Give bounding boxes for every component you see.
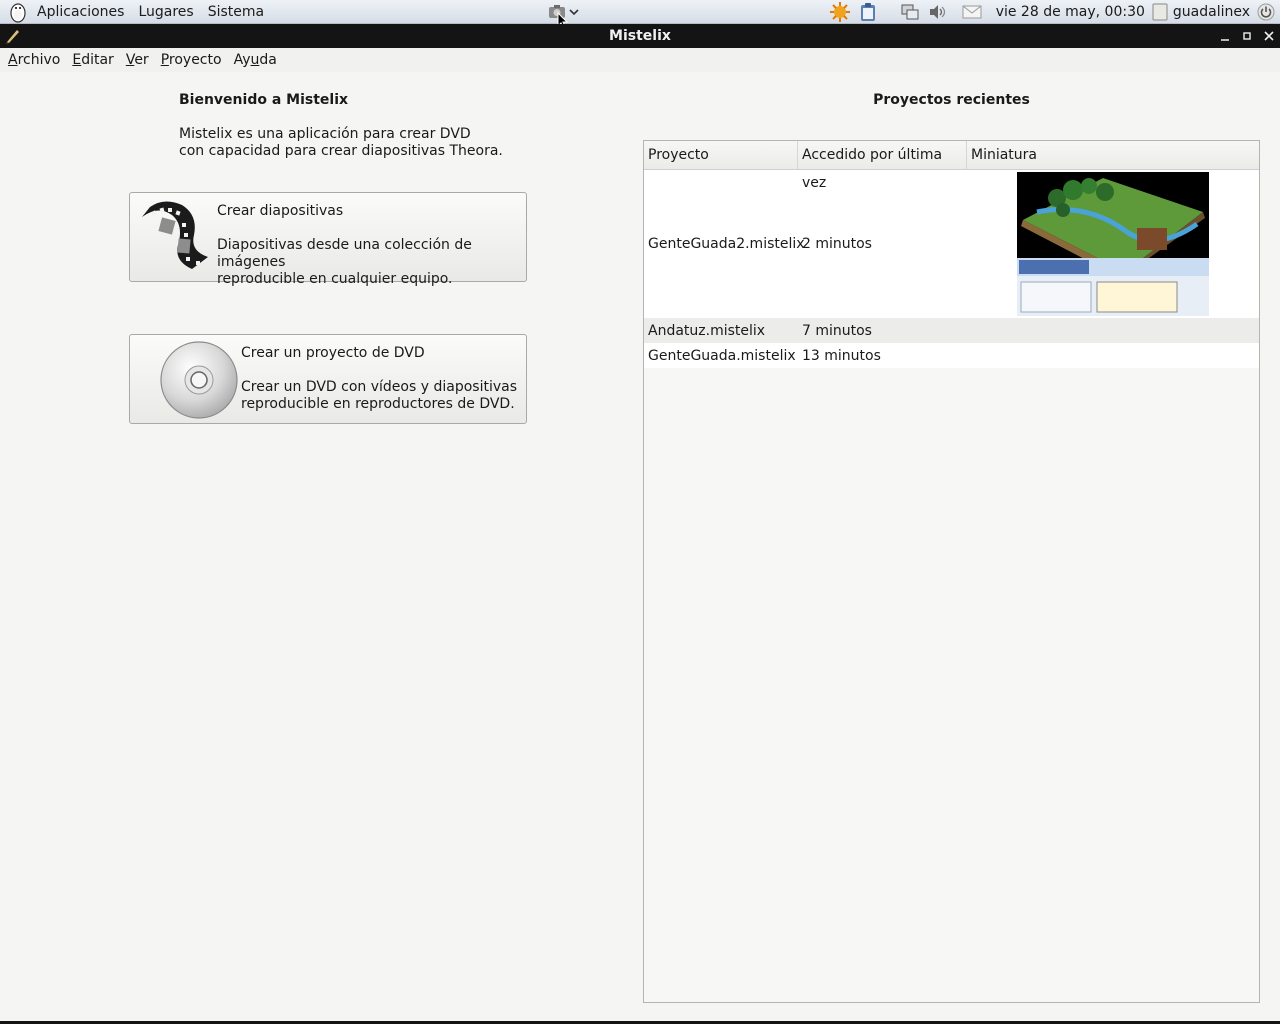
panel-user[interactable]: guadalinex [1169,0,1256,24]
clipboard-icon[interactable] [858,2,878,22]
create-dvd-desc-line1: Crear un DVD con vídeos y diapositivas [241,379,517,395]
thumbnail-cell [967,172,1259,316]
recent-projects-table[interactable]: Proyecto Accedido por última vez Miniatu… [643,140,1260,1003]
menu-proyecto[interactable]: Proyecto [155,48,228,72]
create-slides-desc-line2: reproducible en cualquier equipo. [217,271,453,287]
menu-archivo-mnemonic: A [8,52,18,68]
dvd-disc-icon [158,339,240,425]
column-header-miniatura[interactable]: Miniatura [967,141,1259,169]
window-titlebar[interactable]: Mistelix [0,24,1280,48]
maximize-icon[interactable] [1240,29,1254,43]
menu-editar-mnemonic: E [72,52,82,68]
create-slides-title: Crear diapositivas [217,203,344,219]
create-slides-desc-line1: Diapositivas desde una colección de imág… [217,237,472,270]
project-name: Andatuz.mistelix [648,322,766,339]
table-row[interactable]: GenteGuada.mistelix 13 minutos [644,343,1259,368]
close-icon[interactable] [1262,29,1276,43]
menubar: Archivo Editar Ver Proyecto Ayuda [0,48,1280,72]
menu-archivo-label: rchivo [17,52,61,68]
power-icon[interactable] [1256,2,1276,22]
table-row[interactable]: GenteGuada2.mistelix 2 minutos [644,170,1259,318]
create-dvd-description: Crear un DVD con vídeos y diapositivas r… [241,379,517,413]
top-panel: Aplicaciones Lugares Sistema vie 28 de m… [0,0,1280,30]
mail-icon[interactable] [962,2,982,22]
column-header-proyecto[interactable]: Proyecto [644,141,798,169]
menu-ver[interactable]: Ver [120,48,155,72]
menu-ayuda-label: da [259,52,277,68]
recent-projects-title: Proyectos recientes [873,92,1030,108]
project-accessed: 7 minutos [802,322,872,339]
menu-proyecto-label: royecto [168,52,222,68]
table-header: Proyecto Accedido por última vez Miniatu… [644,141,1259,191]
user-switcher-icon[interactable] [1151,2,1169,22]
distro-logo-icon[interactable] [6,0,30,24]
panel-menu-aplicaciones[interactable]: Aplicaciones [30,0,131,24]
create-dvd-title: Crear un proyecto de DVD [241,345,425,361]
menu-archivo[interactable]: Archivo [2,48,66,72]
menu-proyecto-mnemonic: P [160,52,169,68]
update-notifier-icon[interactable] [829,2,850,22]
network-icon[interactable] [900,2,920,22]
project-accessed: 2 minutos [802,236,872,252]
minimize-icon[interactable] [1218,29,1232,43]
project-name: GenteGuada.mistelix [648,347,796,364]
menu-editar-label: ditar [81,52,114,68]
volume-icon[interactable] [928,2,948,22]
window-title: Mistelix [609,28,671,44]
menu-ayuda-prefix: Ay [233,52,251,68]
panel-clock[interactable]: vie 28 de may, 00:30 [990,0,1151,24]
menu-ver-label: er [134,52,149,68]
create-dvd-desc-line2: reproducible en reproductores de DVD. [241,396,515,412]
table-row[interactable]: Andatuz.mistelix 7 minutos [644,318,1259,343]
menu-ayuda[interactable]: Ayuda [228,48,283,72]
project-name: GenteGuada2.mistelix [648,236,805,252]
menu-editar[interactable]: Editar [66,48,119,72]
column-header-accedido[interactable]: Accedido por última vez [798,141,967,191]
welcome-desc-line2: con capacidad para crear diapositivas Th… [179,143,503,159]
panel-menu-lugares[interactable]: Lugares [131,0,200,24]
create-slides-description: Diapositivas desde una colección de imág… [217,237,526,288]
create-slides-button[interactable]: Crear diapositivas Diapositivas desde un… [129,192,527,287]
project-thumbnail [1017,172,1209,316]
welcome-title: Bienvenido a Mistelix [179,92,349,108]
panel-menu-sistema[interactable]: Sistema [201,0,271,24]
create-dvd-button[interactable]: Crear un proyecto de DVD Crear un DVD co… [129,334,527,424]
project-accessed: 13 minutos [802,347,881,364]
welcome-desc-line1: Mistelix es una aplicación para crear DV… [179,126,471,142]
film-strip-icon [138,201,214,279]
welcome-description: Mistelix es una aplicación para crear DV… [179,126,503,160]
chevron-down-icon[interactable] [567,2,581,22]
